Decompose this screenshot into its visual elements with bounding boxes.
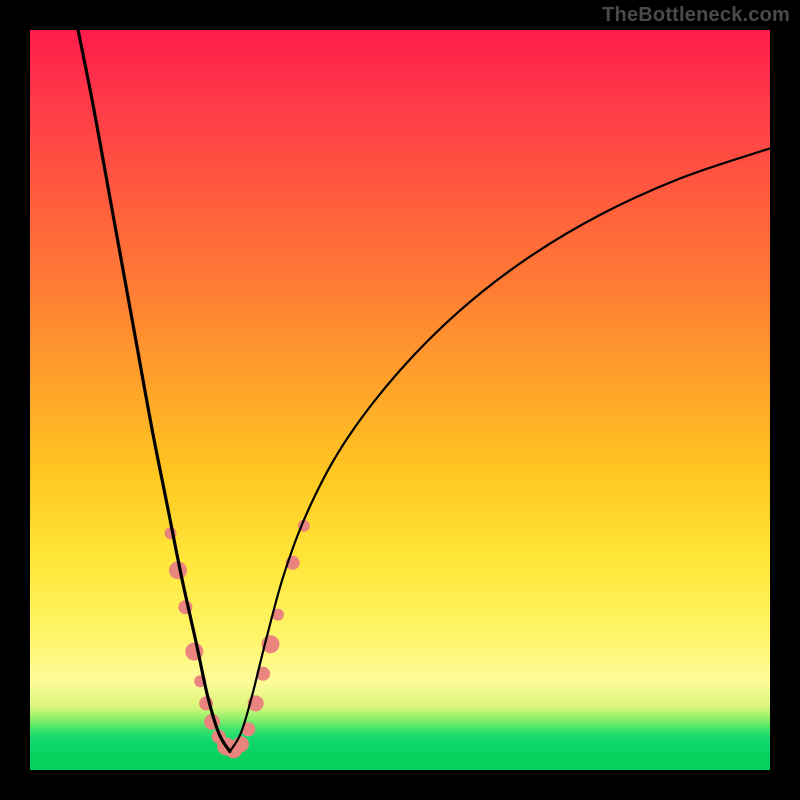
- plot-area: [30, 30, 770, 770]
- marker-layer: [165, 520, 310, 758]
- chart-svg: [30, 30, 770, 770]
- curve-right-branch: [230, 148, 770, 751]
- watermark-text: TheBottleneck.com: [602, 4, 790, 27]
- curve-left-branch: [78, 30, 230, 752]
- curve-layer: [78, 30, 770, 752]
- chart-frame: TheBottleneck.com: [0, 0, 800, 800]
